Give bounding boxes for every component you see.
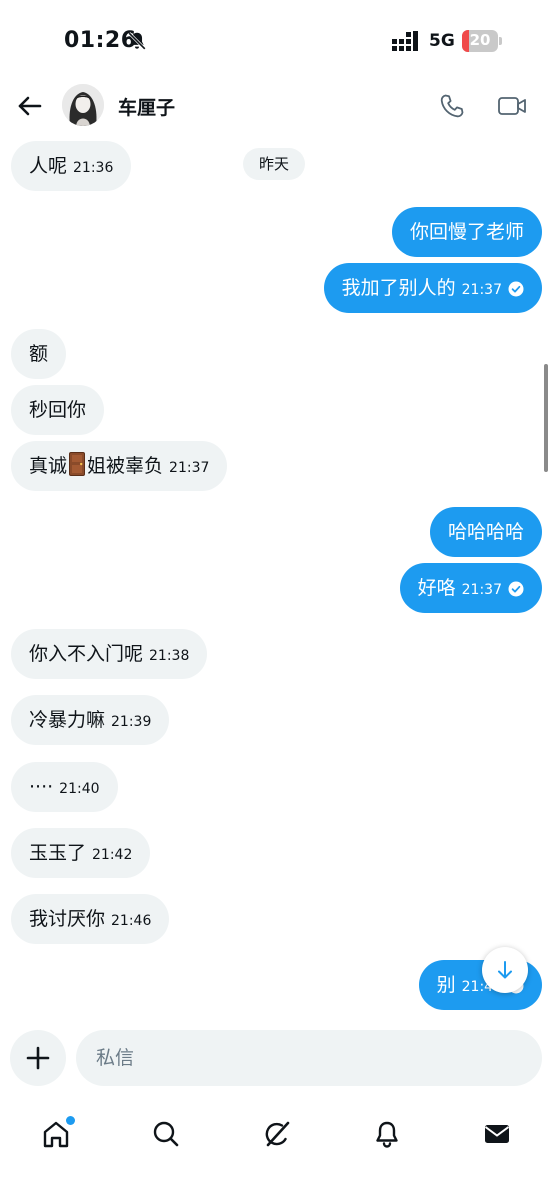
grok-icon [265, 1121, 290, 1147]
notifications-icon [376, 1121, 398, 1148]
search-icon [153, 1121, 179, 1147]
message-bubble-incoming[interactable]: 秒回你 [11, 385, 105, 435]
message-input[interactable] [76, 1030, 542, 1086]
message-time: 21:40 [59, 781, 100, 797]
bottom-navigation [0, 1096, 553, 1200]
arrow-down-icon [498, 961, 512, 979]
nav-notifications[interactable] [359, 1106, 415, 1162]
message-time: 21:37 [461, 282, 502, 298]
nav-grok[interactable] [249, 1106, 305, 1162]
message-bubble-incoming[interactable]: 额 [11, 329, 67, 379]
read-check-icon [508, 281, 524, 297]
notification-dot [66, 1116, 75, 1125]
phone-icon[interactable] [438, 92, 466, 120]
nav-home[interactable] [28, 1106, 84, 1162]
message-bubble-incoming[interactable]: 玉玉了 21:42 [11, 828, 151, 878]
chat-header: 车厘子 [0, 80, 553, 132]
message-time: 21:37 [169, 460, 210, 476]
nav-search[interactable] [138, 1106, 194, 1162]
date-separator: 昨天 [243, 148, 306, 180]
message-bubble-outgoing[interactable]: 我加了别人的 21:37 [323, 263, 542, 313]
message-time: 21:36 [73, 160, 114, 176]
add-media-button[interactable] [10, 1030, 66, 1086]
message-bubble-outgoing[interactable]: 好咯 21:37 [399, 563, 542, 613]
message-composer [0, 1020, 553, 1096]
back-arrow-icon[interactable] [14, 90, 46, 122]
message-time: 21:42 [92, 847, 133, 863]
message-list[interactable]: 昨天 人呢 21:36 你回慢了老师 我加了别人的 21:37 额 秒回你 真诚 姐被… [0, 132, 553, 1020]
scrollbar[interactable] [544, 364, 548, 472]
message-bubble-incoming[interactable]: 冷暴力嘛 21:39 [11, 695, 170, 745]
message-time: 21:39 [111, 714, 152, 730]
message-time: 21:46 [111, 913, 152, 929]
message-bubble-incoming[interactable]: 人呢 21:36 [11, 141, 132, 191]
bell-muted-icon [128, 32, 146, 50]
battery-icon: 20 [462, 30, 502, 52]
status-bar: 01:26 5G 20 [0, 0, 553, 80]
message-bubble-outgoing[interactable]: 你回慢了老师 [391, 207, 542, 257]
read-check-icon [508, 581, 524, 597]
message-bubble-incoming[interactable]: ···· 21:40 [11, 762, 118, 812]
message-bubble-incoming[interactable]: 真诚 姐被辜负 21:37 [11, 441, 228, 491]
video-icon[interactable] [496, 92, 528, 120]
door-emoji-icon [69, 452, 86, 476]
nav-messages[interactable] [469, 1106, 525, 1162]
message-bubble-incoming[interactable]: 你入不入门呢 21:38 [11, 629, 208, 679]
signal-icon [392, 31, 418, 51]
plus-icon [26, 1046, 50, 1070]
battery-level: 20 [469, 31, 491, 49]
message-time: 21:38 [149, 648, 190, 664]
avatar[interactable] [62, 84, 104, 126]
message-time: 21:37 [461, 582, 502, 598]
scroll-to-bottom-button[interactable] [482, 947, 528, 993]
message-bubble-outgoing[interactable]: 哈哈哈哈 [429, 507, 542, 557]
messages-icon [484, 1125, 510, 1143]
message-bubble-incoming[interactable]: 我讨厌你 21:46 [11, 894, 170, 944]
contact-name[interactable]: 车厘子 [118, 93, 175, 120]
network-type: 5G [429, 31, 455, 51]
